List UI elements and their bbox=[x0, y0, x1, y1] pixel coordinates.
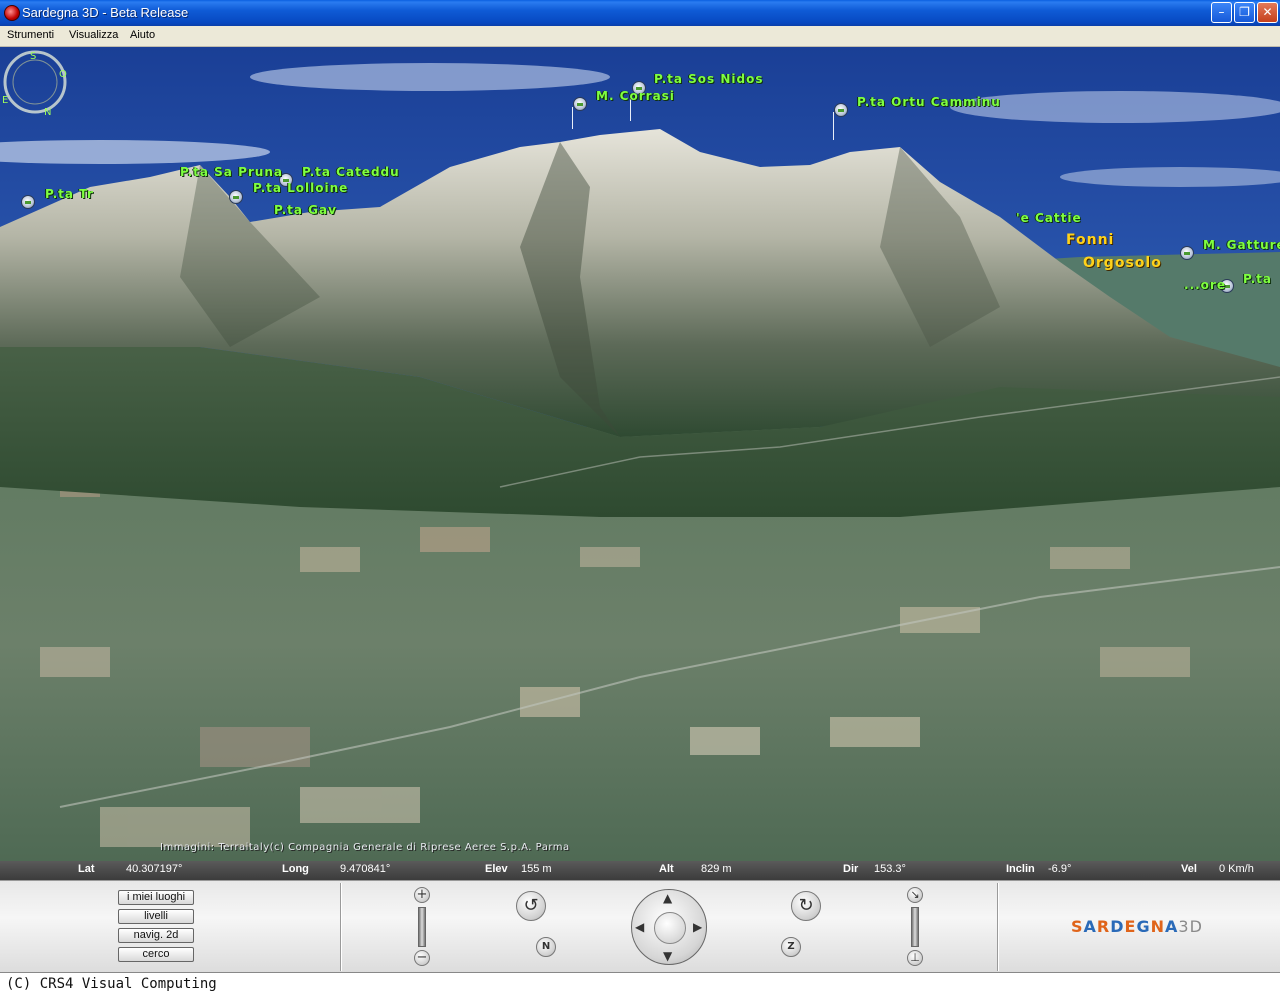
rotate-right-icon[interactable]: ↻ bbox=[791, 891, 821, 921]
pan-up-icon[interactable]: ▲ bbox=[663, 892, 672, 904]
lat-value: 40.307197° bbox=[126, 863, 183, 875]
long-label: Long bbox=[282, 863, 309, 875]
footer-text: (C) CRS4 Visual Computing bbox=[6, 976, 217, 992]
svg-text:N: N bbox=[44, 107, 51, 117]
panel-divider bbox=[340, 883, 341, 971]
control-panel: i miei luoghi livelli navig. 2d cerco + … bbox=[0, 880, 1280, 973]
peak-marker-icon[interactable] bbox=[229, 190, 243, 204]
inclin-label: Inclin bbox=[1006, 863, 1035, 875]
vel-value: 0 Km/h bbox=[1219, 863, 1254, 875]
tilt-up-icon[interactable]: ↘ bbox=[907, 887, 923, 903]
marker-pin bbox=[833, 112, 834, 140]
minimize-button[interactable]: – bbox=[1211, 2, 1232, 23]
zenith-icon[interactable]: Z bbox=[781, 937, 801, 957]
window-title: Sardegna 3D - Beta Release bbox=[22, 5, 189, 20]
dir-value: 153.3° bbox=[874, 863, 906, 875]
search-button[interactable]: cerco bbox=[118, 947, 194, 962]
rotate-left-icon[interactable]: ↺ bbox=[516, 891, 546, 921]
zoom-out-icon[interactable]: − bbox=[414, 950, 430, 966]
svg-text:S: S bbox=[30, 51, 36, 62]
panel-divider bbox=[997, 883, 998, 971]
town-label[interactable]: Orgosolo bbox=[1083, 255, 1162, 271]
title-bar: Sardegna 3D - Beta Release – ❐ ✕ bbox=[0, 0, 1280, 26]
pan-down-icon[interactable]: ▼ bbox=[663, 950, 672, 962]
sardegna3d-logo: SARDEGNA3D bbox=[1071, 917, 1203, 936]
nav-2d-button[interactable]: navig. 2d bbox=[118, 928, 194, 943]
peak-label[interactable]: P.ta Sa Pruna bbox=[180, 165, 283, 179]
peak-label[interactable]: P.ta bbox=[1243, 272, 1272, 286]
peak-label[interactable]: P.ta Tr bbox=[45, 187, 94, 201]
north-icon[interactable]: N bbox=[536, 937, 556, 957]
pan-left-icon[interactable]: ◀ bbox=[635, 921, 644, 933]
marker-pin bbox=[572, 107, 573, 129]
compass-icon[interactable]: S O N E bbox=[0, 47, 70, 117]
peak-label[interactable]: P.ta Lolloine bbox=[253, 181, 348, 195]
inclin-value: -6.9° bbox=[1048, 863, 1072, 875]
menu-visualizza[interactable]: Visualizza bbox=[69, 29, 118, 41]
svg-text:E: E bbox=[2, 95, 8, 106]
close-button[interactable]: ✕ bbox=[1257, 2, 1278, 23]
app-icon[interactable] bbox=[4, 5, 20, 21]
lat-label: Lat bbox=[78, 863, 95, 875]
map-3d-view[interactable]: P.ta Sos Nidos M. Corrasi P.ta Ortu Camm… bbox=[0, 47, 1280, 861]
my-places-button[interactable]: i miei luoghi bbox=[118, 890, 194, 905]
tilt-slider[interactable] bbox=[911, 907, 919, 947]
navigation-pad[interactable]: ▲ ▼ ◀ ▶ bbox=[631, 889, 707, 965]
peak-marker-icon[interactable] bbox=[1180, 246, 1194, 260]
svg-text:O: O bbox=[59, 69, 67, 80]
menu-aiuto[interactable]: Aiuto bbox=[130, 29, 155, 41]
zoom-slider[interactable] bbox=[418, 907, 426, 947]
peak-label[interactable]: P.ta Sos Nidos bbox=[654, 72, 764, 86]
town-label[interactable]: Fonni bbox=[1066, 232, 1114, 248]
peak-label[interactable]: P.ta Cateddu bbox=[302, 165, 400, 179]
peak-label[interactable]: 'e Cattie bbox=[1016, 211, 1082, 225]
menu-bar: Strumenti Visualizza Aiuto bbox=[0, 26, 1280, 47]
dir-label: Dir bbox=[843, 863, 859, 875]
peak-label[interactable]: M. Gatture' bbox=[1203, 238, 1280, 252]
peak-label[interactable]: M. Corrasi bbox=[596, 89, 675, 103]
pan-right-icon[interactable]: ▶ bbox=[693, 921, 702, 933]
peak-label[interactable]: P.ta Gav bbox=[274, 203, 337, 217]
peak-marker-icon[interactable] bbox=[834, 103, 848, 117]
alt-value: 829 m bbox=[701, 863, 732, 875]
zoom-in-icon[interactable]: + bbox=[414, 887, 430, 903]
peak-label[interactable]: ...ore bbox=[1184, 278, 1226, 292]
maximize-button[interactable]: ❐ bbox=[1234, 2, 1255, 23]
peak-marker-icon[interactable] bbox=[21, 195, 35, 209]
layers-button[interactable]: livelli bbox=[118, 909, 194, 924]
imagery-credit: Immagini: Terraitaly(c) Compagnia Genera… bbox=[160, 842, 570, 853]
logo-suffix: 3D bbox=[1178, 917, 1203, 936]
peak-label[interactable]: P.ta Ortu Camminu bbox=[857, 95, 1001, 109]
peak-marker-icon[interactable] bbox=[573, 97, 587, 111]
alt-label: Alt bbox=[659, 863, 674, 875]
tilt-down-icon[interactable]: ⊥ bbox=[907, 950, 923, 966]
elev-label: Elev bbox=[485, 863, 508, 875]
long-value: 9.470841° bbox=[340, 863, 391, 875]
elev-value: 155 m bbox=[521, 863, 552, 875]
menu-strumenti[interactable]: Strumenti bbox=[7, 29, 54, 41]
status-bar: Lat 40.307197° Long 9.470841° Elev 155 m… bbox=[0, 861, 1280, 880]
footer-bar: (C) CRS4 Visual Computing bbox=[0, 972, 1280, 995]
nav-center-button[interactable] bbox=[654, 912, 686, 944]
vel-label: Vel bbox=[1181, 863, 1197, 875]
